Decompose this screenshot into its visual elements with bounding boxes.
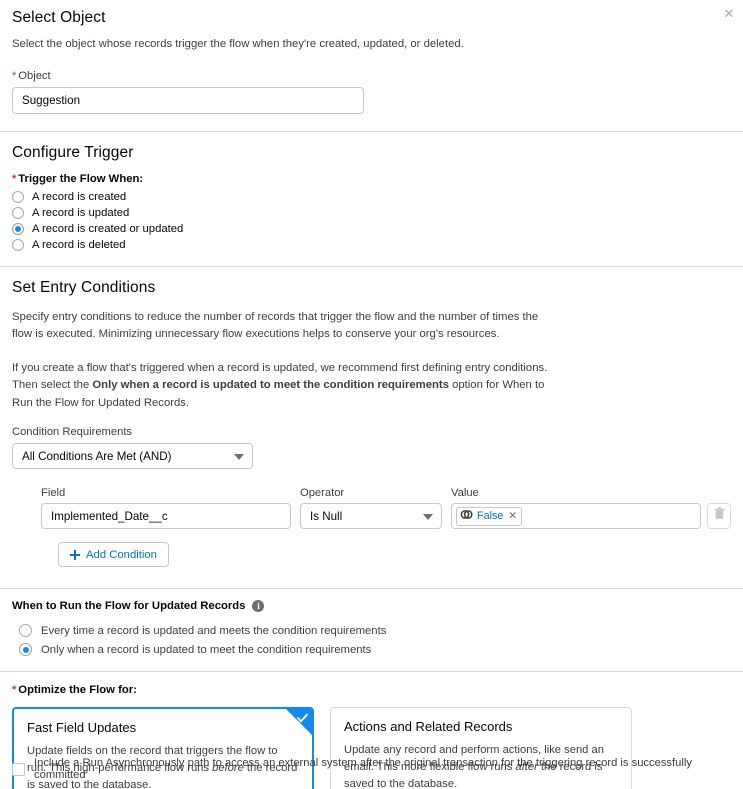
merge-field-icon xyxy=(460,507,473,525)
run-asynchronously-checkbox[interactable] xyxy=(12,762,25,776)
when-to-run-radio-group: Every time a record is updated and meets… xyxy=(12,621,731,659)
radio-indicator xyxy=(19,624,32,637)
required-marker: * xyxy=(12,69,17,82)
optimize-label: * Optimize the Flow for: xyxy=(12,684,137,696)
required-marker: * xyxy=(12,172,17,185)
remove-value-icon[interactable]: ✕ xyxy=(507,511,517,522)
configure-trigger-section: Configure Trigger * Trigger the Flow When… xyxy=(0,132,743,266)
card-title: Fast Field Updates xyxy=(27,720,137,735)
select-object-section: Select Object Select the object whose re… xyxy=(0,0,743,114)
plus-icon xyxy=(70,549,80,560)
when-to-run-header: When to Run the Flow for Updated Records… xyxy=(12,600,731,612)
condition-requirements-label: Condition Requirements xyxy=(12,426,133,438)
entry-conditions-title: Set Entry Conditions xyxy=(12,278,156,296)
chevron-down-icon xyxy=(423,514,433,520)
column-header-operator: Operator xyxy=(300,487,345,499)
column-header-field: Field xyxy=(41,487,66,499)
entry-conditions-emphasis: Only when a record is updated to meet th… xyxy=(92,379,449,391)
column-header-value: Value xyxy=(451,487,479,499)
radio-only-when-meets-conditions[interactable]: Only when a record is updated to meet th… xyxy=(12,640,731,659)
select-object-description: Select the object whose records trigger … xyxy=(12,38,464,50)
condition-value-input[interactable]: False ✕ xyxy=(451,503,701,529)
radio-record-deleted[interactable]: A record is deleted xyxy=(12,237,731,253)
condition-column-headers: Field Operator Value xyxy=(41,487,731,499)
condition-row: Implemented_Date__c Is Null False ✕ xyxy=(41,503,731,529)
radio-indicator xyxy=(12,222,24,235)
chevron-down-icon xyxy=(234,454,244,460)
radio-indicator xyxy=(12,206,24,219)
value-pill-label: False xyxy=(477,510,504,522)
trigger-radio-group: A record is created A record is updated … xyxy=(12,189,731,253)
object-input[interactable]: Suggestion xyxy=(12,86,364,114)
radio-record-created[interactable]: A record is created xyxy=(12,189,731,205)
radio-indicator xyxy=(12,190,24,203)
radio-record-created-or-updated[interactable]: A record is created or updated xyxy=(12,221,731,237)
required-marker: * xyxy=(12,684,17,696)
add-condition-button[interactable]: Add Condition xyxy=(58,542,169,567)
entry-conditions-section: Set Entry Conditions Specify entry condi… xyxy=(0,267,743,576)
condition-list: Field Operator Value Implemented_Date__c… xyxy=(12,487,731,567)
trigger-group-label: * Trigger the Flow When: xyxy=(12,172,144,185)
close-icon[interactable]: ✕ xyxy=(719,3,739,23)
when-to-run-title: When to Run the Flow for Updated Records xyxy=(12,600,246,612)
radio-indicator xyxy=(19,643,32,656)
entry-conditions-paragraph-1: Specify entry conditions to reduce the n… xyxy=(12,310,539,341)
check-icon xyxy=(296,712,309,725)
radio-indicator xyxy=(12,238,24,251)
radio-every-time-updated[interactable]: Every time a record is updated and meets… xyxy=(12,621,731,640)
condition-requirements-select[interactable]: All Conditions Are Met (AND) xyxy=(12,443,253,469)
card-title: Actions and Related Records xyxy=(344,719,513,734)
condition-operator-select[interactable]: Is Null xyxy=(300,503,442,529)
delete-condition-button[interactable] xyxy=(707,503,731,529)
radio-record-updated[interactable]: A record is updated xyxy=(12,205,731,221)
trash-icon xyxy=(713,507,725,525)
configure-trigger-title: Configure Trigger xyxy=(12,143,134,161)
run-asynchronously-row: Include a Run Asynchronously path to acc… xyxy=(0,757,743,781)
info-icon[interactable]: i xyxy=(252,600,265,612)
select-object-title: Select Object xyxy=(12,9,106,26)
value-pill[interactable]: False ✕ xyxy=(456,506,523,526)
condition-field-input[interactable]: Implemented_Date__c xyxy=(41,503,291,529)
run-asynchronously-label: Include a Run Asynchronously path to acc… xyxy=(34,757,692,781)
flow-trigger-configuration-panel: ✕ Select Object Select the object whose … xyxy=(0,0,743,789)
entry-conditions-paragraph-2: If you create a flow that's triggered wh… xyxy=(12,361,548,409)
when-to-run-section: When to Run the Flow for Updated Records… xyxy=(0,589,743,671)
object-field-label: * Object xyxy=(12,69,51,82)
